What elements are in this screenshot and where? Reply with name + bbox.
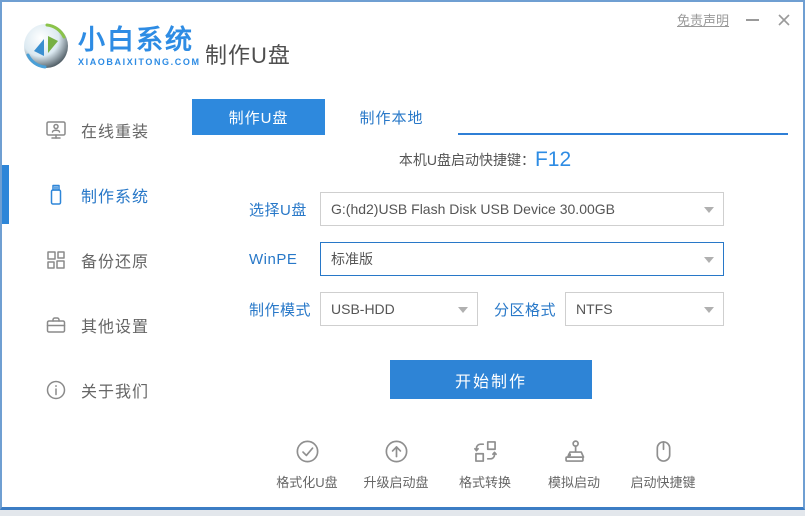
make-mode-label: 制作模式 xyxy=(249,299,320,320)
sidebar-item-other-settings[interactable]: 其他设置 xyxy=(4,292,187,357)
backup-restore-icon xyxy=(44,248,68,272)
tab-strip: 制作U盘 制作本地 xyxy=(192,99,788,135)
utility-format-convert[interactable]: 格式转换 xyxy=(450,438,520,491)
utility-simulate-boot[interactable]: 模拟启动 xyxy=(539,438,609,491)
titlebar-controls: 免责声明 xyxy=(677,10,793,29)
brand-logo-icon xyxy=(22,22,70,70)
minimize-icon xyxy=(746,19,759,21)
utility-label: 格式化U盘 xyxy=(276,472,337,491)
tab-make-local[interactable]: 制作本地 xyxy=(325,99,458,135)
winpe-select-row: WinPE 标准版 xyxy=(249,242,724,276)
start-make-button[interactable]: 开始制作 xyxy=(390,360,592,399)
utility-label: 升级启动盘 xyxy=(363,472,428,491)
brand-text: 小白系统 XIAOBAIXITONG.COM xyxy=(78,26,201,67)
mode-partition-row: 制作模式 USB-HDD 分区格式 NTFS xyxy=(249,292,724,326)
winpe-select[interactable]: 标准版 xyxy=(320,242,724,276)
online-reinstall-icon xyxy=(44,118,68,142)
utility-label: 启动快捷键 xyxy=(630,472,695,491)
sidebar-item-about-us[interactable]: 关于我们 xyxy=(4,357,187,422)
utility-label: 模拟启动 xyxy=(548,472,600,491)
upgrade-boot-disk-icon xyxy=(383,438,410,465)
usb-drive-value: G:(hd2)USB Flash Disk USB Device 30.00GB xyxy=(331,201,615,217)
sidebar-item-online-reinstall[interactable]: 在线重装 xyxy=(4,97,187,162)
app-window: 小白系统 XIAOBAIXITONG.COM 制作U盘 免责声明 xyxy=(0,0,805,516)
chevron-down-icon xyxy=(458,307,468,313)
partition-format-label: 分区格式 xyxy=(494,299,565,320)
boot-hotkey-icon xyxy=(650,438,677,465)
brand-logo: 小白系统 XIAOBAIXITONG.COM xyxy=(22,22,201,70)
chevron-down-icon xyxy=(704,257,714,263)
page-title: 制作U盘 xyxy=(205,38,291,70)
boot-hotkey-label: 本机U盘启动快捷键： xyxy=(399,152,535,168)
sidebar-item-backup-restore[interactable]: 备份还原 xyxy=(4,227,187,292)
sidebar-item-label: 关于我们 xyxy=(81,378,149,402)
active-indicator xyxy=(2,165,9,224)
simulate-boot-icon xyxy=(561,438,588,465)
sidebar-item-make-system[interactable]: 制作系统 xyxy=(4,162,187,227)
make-mode-value: USB-HDD xyxy=(331,301,395,317)
winpe-label: WinPE xyxy=(249,251,320,268)
partition-format-select[interactable]: NTFS xyxy=(565,292,724,326)
disclaimer-link[interactable]: 免责声明 xyxy=(677,10,729,29)
chevron-down-icon xyxy=(704,207,714,213)
utility-boot-hotkey[interactable]: 启动快捷键 xyxy=(628,438,698,491)
utility-format-usb[interactable]: 格式化U盘 xyxy=(272,438,342,491)
minimize-button[interactable] xyxy=(743,11,761,29)
winpe-value: 标准版 xyxy=(331,249,373,269)
boot-hotkey-hint: 本机U盘启动快捷键：F12 xyxy=(187,148,783,172)
close-icon xyxy=(777,13,791,27)
brand-site: XIAOBAIXITONG.COM xyxy=(78,57,201,67)
usb-select-label: 选择U盘 xyxy=(249,199,320,220)
other-settings-icon xyxy=(44,313,68,337)
sidebar-item-label: 在线重装 xyxy=(81,118,149,142)
usb-drive-select[interactable]: G:(hd2)USB Flash Disk USB Device 30.00GB xyxy=(320,192,724,226)
utility-label: 格式转换 xyxy=(459,472,511,491)
brand-name: 小白系统 xyxy=(78,26,201,54)
window-body: 小白系统 XIAOBAIXITONG.COM 制作U盘 免责声明 xyxy=(0,0,805,510)
about-us-icon xyxy=(44,378,68,402)
utility-upgrade-boot-disk[interactable]: 升级启动盘 xyxy=(361,438,431,491)
boot-hotkey-value: F12 xyxy=(535,148,571,171)
header: 小白系统 XIAOBAIXITONG.COM 制作U盘 免责声明 xyxy=(2,2,803,92)
sidebar-item-label: 其他设置 xyxy=(81,313,149,337)
make-mode-select[interactable]: USB-HDD xyxy=(320,292,478,326)
usb-select-row: 选择U盘 G:(hd2)USB Flash Disk USB Device 30… xyxy=(249,192,724,226)
sidebar-item-label: 制作系统 xyxy=(81,183,149,207)
make-system-icon xyxy=(44,183,68,207)
format-usb-icon xyxy=(294,438,321,465)
sidebar: 在线重装 制作系统 备份还原 xyxy=(4,97,187,494)
partition-format-value: NTFS xyxy=(576,301,613,317)
close-button[interactable] xyxy=(775,11,793,29)
format-convert-icon xyxy=(472,438,499,465)
tab-make-usb[interactable]: 制作U盘 xyxy=(192,99,325,135)
main-panel: 制作U盘 制作本地 本机U盘启动快捷键：F12 选择U盘 G:(hd2)USB … xyxy=(187,92,801,494)
utility-toolbar: 格式化U盘 升级启动盘 xyxy=(187,438,783,491)
sidebar-item-label: 备份还原 xyxy=(81,248,149,272)
chevron-down-icon xyxy=(704,307,714,313)
